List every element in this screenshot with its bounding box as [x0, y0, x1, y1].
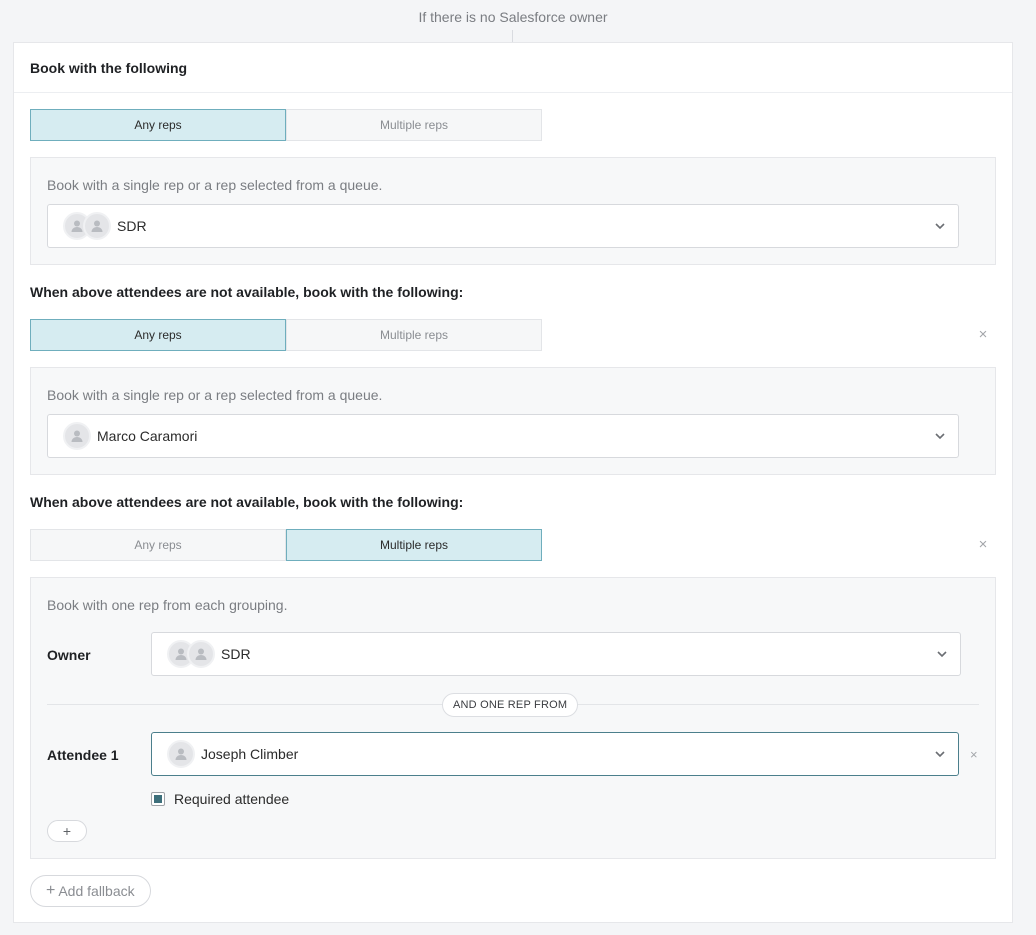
tab-multiple-reps[interactable]: Multiple reps — [286, 109, 542, 141]
attendee-select[interactable]: Joseph Climber — [151, 732, 959, 776]
rep-type-toggle-2: Any reps Multiple reps — [30, 319, 542, 351]
card-title: Book with the following — [14, 43, 1012, 93]
add-attendee-button[interactable]: + — [47, 820, 87, 842]
chevron-down-icon — [935, 751, 945, 758]
tab-multiple-reps[interactable]: Multiple reps — [286, 529, 542, 561]
selected-value: Joseph Climber — [201, 746, 299, 762]
add-fallback-button[interactable]: + Add fallback — [30, 875, 151, 907]
owner-label: Owner — [47, 647, 91, 663]
chevron-down-icon — [937, 651, 947, 658]
tab-any-reps[interactable]: Any reps — [30, 109, 286, 141]
fallback-title-1: When above attendees are not available, … — [30, 284, 464, 300]
required-attendee-toggle[interactable]: Required attendee — [151, 791, 289, 807]
group-avatar — [63, 212, 111, 240]
rep-select[interactable]: Marco Caramori — [47, 414, 959, 458]
user-icon — [167, 740, 195, 768]
attendee-label: Attendee 1 — [47, 747, 119, 763]
fallback-title-2: When above attendees are not available, … — [30, 494, 464, 510]
rep-panel-2: Book with a single rep or a rep selected… — [30, 367, 996, 475]
required-attendee-label: Required attendee — [174, 791, 290, 807]
user-avatar — [167, 740, 195, 768]
rule-caption: If there is no Salesforce owner — [418, 9, 608, 25]
user-icon — [63, 422, 91, 450]
rep-type-toggle-1: Any reps Multiple reps — [30, 109, 542, 141]
rep-panel-3: Book with one rep from each grouping. Ow… — [30, 577, 996, 859]
remove-fallback-icon[interactable]: × — [976, 327, 990, 342]
required-attendee-checkbox[interactable] — [151, 792, 165, 806]
selected-value: SDR — [117, 218, 147, 234]
checkbox-checked-mark — [154, 795, 162, 803]
user-icon — [187, 640, 215, 668]
rep-select[interactable]: SDR — [47, 204, 959, 248]
flow-connector — [512, 30, 513, 42]
group-avatar — [167, 640, 215, 668]
user-icon — [83, 212, 111, 240]
remove-attendee-icon[interactable]: × — [970, 747, 978, 762]
selected-value: SDR — [221, 646, 251, 662]
chevron-down-icon — [935, 433, 945, 440]
rep-panel-1: Book with a single rep or a rep selected… — [30, 157, 996, 265]
add-fallback-label: Add fallback — [58, 883, 135, 899]
tab-any-reps[interactable]: Any reps — [30, 529, 286, 561]
and-one-rep-badge: AND ONE REP FROM — [442, 693, 579, 717]
panel-description: Book with a single rep or a rep selected… — [47, 387, 383, 403]
user-avatar — [63, 422, 91, 450]
panel-description: Book with a single rep or a rep selected… — [47, 177, 383, 193]
tab-multiple-reps[interactable]: Multiple reps — [286, 319, 542, 351]
selected-value: Marco Caramori — [97, 428, 198, 444]
tab-any-reps[interactable]: Any reps — [30, 319, 286, 351]
booking-card: Book with the following Any reps Multipl… — [13, 42, 1013, 923]
chevron-down-icon — [935, 223, 945, 230]
owner-select[interactable]: SDR — [151, 632, 961, 676]
plus-icon: + — [46, 882, 56, 899]
panel-description: Book with one rep from each grouping. — [47, 597, 288, 613]
remove-fallback-icon[interactable]: × — [976, 537, 990, 552]
rep-type-toggle-3: Any reps Multiple reps — [30, 529, 542, 561]
